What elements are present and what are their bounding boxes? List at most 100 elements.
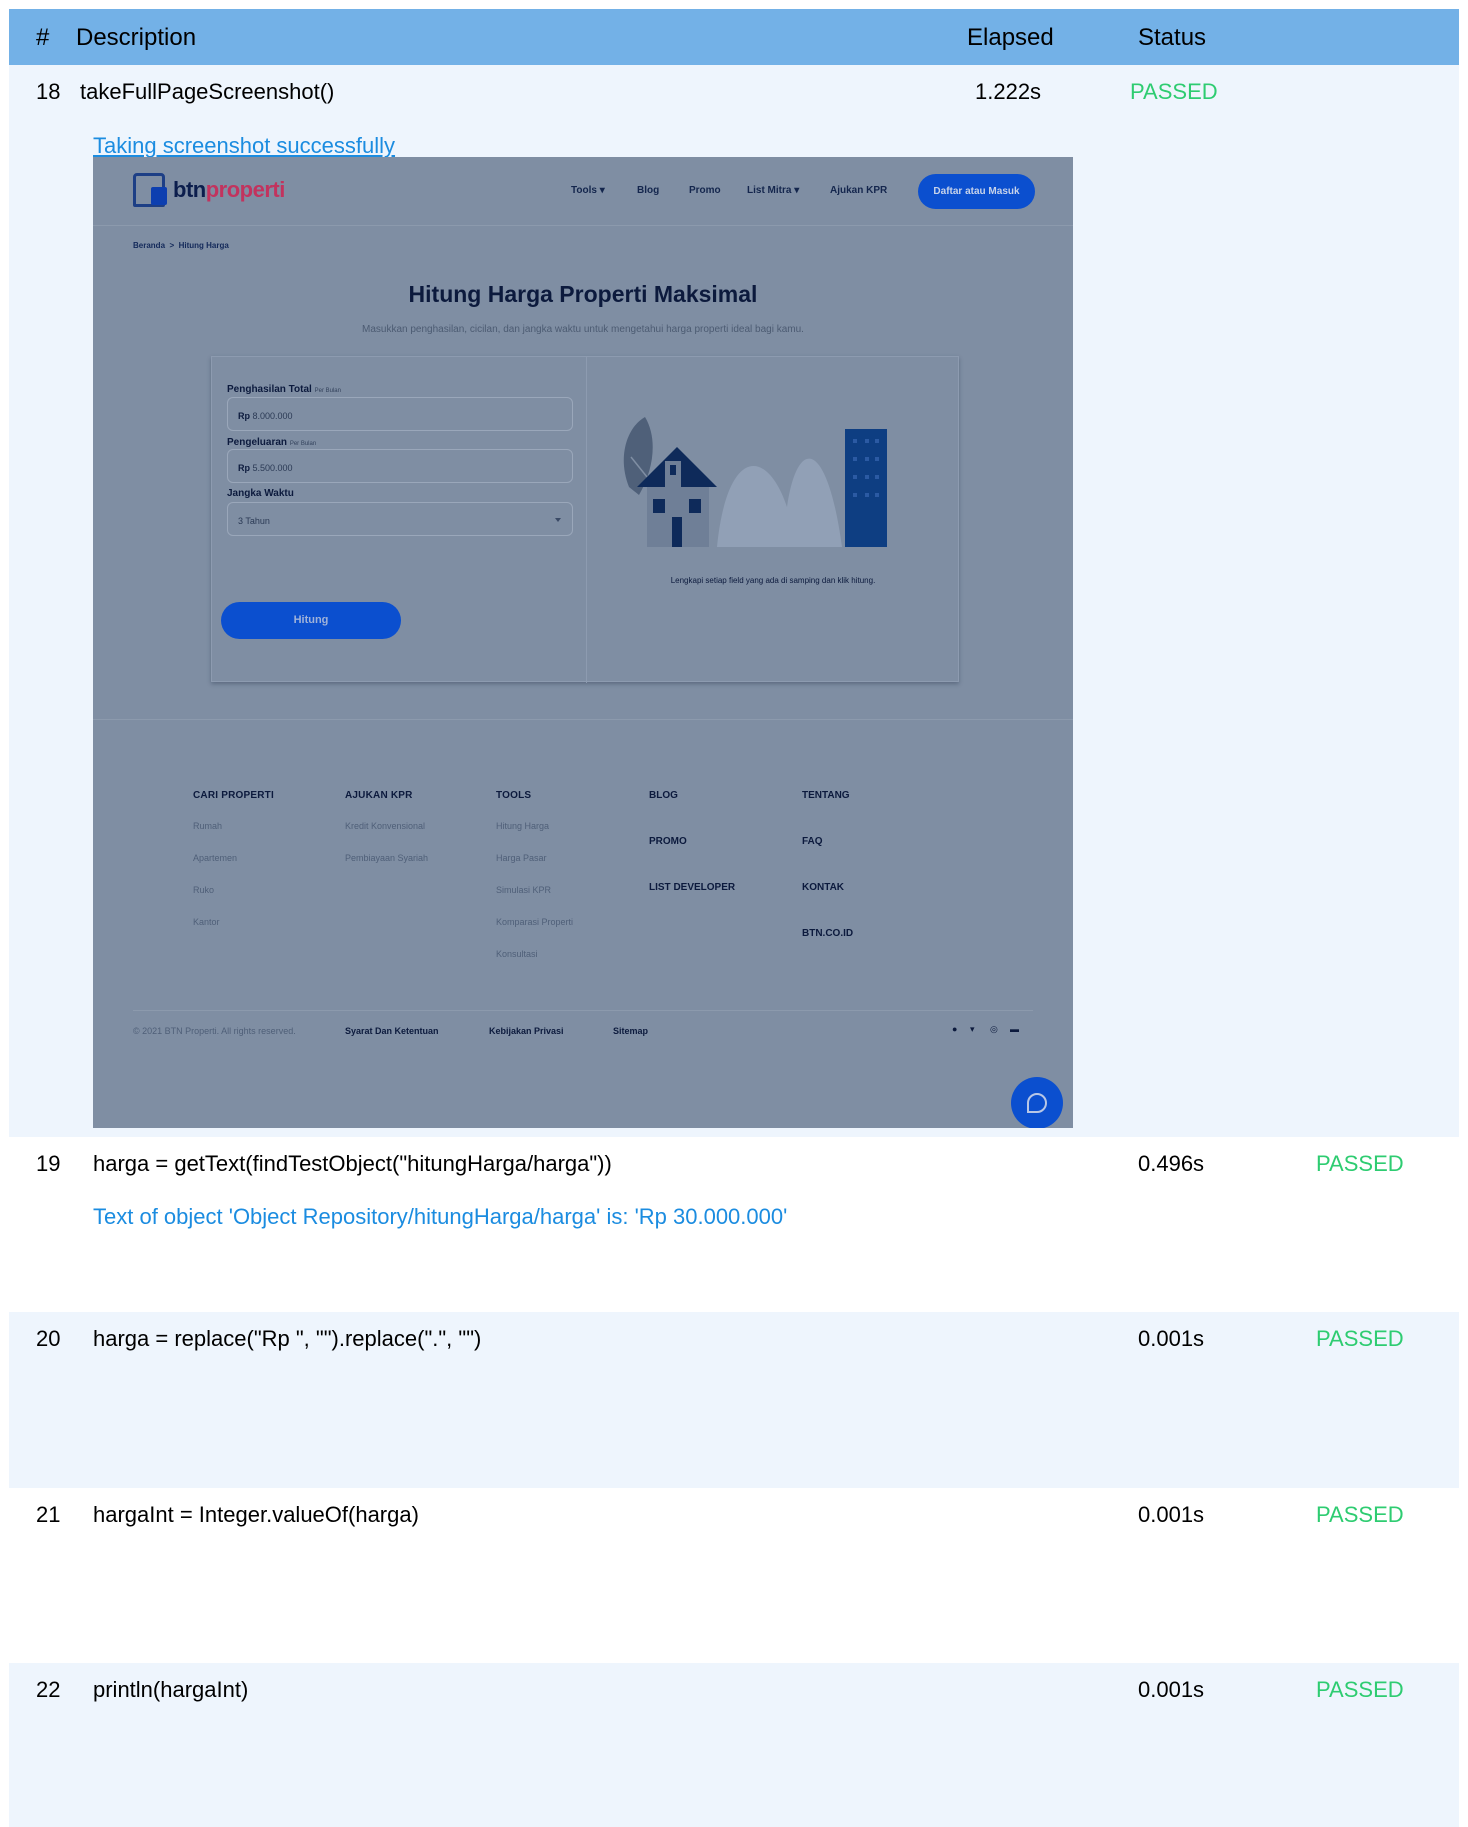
footer-col-tentang: TENTANG FAQ KONTAK BTN.CO.ID — [802, 790, 853, 974]
footer-link-promo[interactable]: PROMO — [649, 836, 735, 882]
income-value: 8.000.000 — [252, 411, 293, 421]
logo-suffix: properti — [205, 177, 286, 202]
nav-ajukan-kpr[interactable]: Ajukan KPR — [830, 185, 887, 196]
footer-link[interactable]: Pembiayaan Syariah — [345, 842, 428, 874]
income-label-text: Penghasilan Total — [227, 384, 312, 395]
row-elapsed: 0.001s — [1138, 1326, 1205, 1351]
breadcrumb-home[interactable]: Beranda — [133, 241, 165, 250]
footer-heading: CARI PROPERTI — [193, 790, 274, 801]
footer-link[interactable]: Komparasi Properti — [496, 906, 573, 938]
footer-link-kontak[interactable]: KONTAK — [802, 882, 853, 928]
chevron-down-icon — [555, 518, 561, 522]
row-number: 20 — [36, 1326, 61, 1351]
copyright: © 2021 BTN Properti. All rights reserved… — [133, 1026, 296, 1036]
row-number: 19 — [36, 1151, 61, 1176]
chat-button[interactable] — [1011, 1077, 1063, 1128]
logo-dots-icon — [151, 187, 167, 205]
expense-label: Pengeluaran Per Bulan — [227, 437, 316, 448]
footer-link[interactable]: Harga Pasar — [496, 842, 573, 874]
row-elapsed: 0.496s — [1138, 1151, 1205, 1176]
footer-link[interactable]: Apartemen — [193, 842, 274, 874]
row-message-link[interactable]: Taking screenshot successfully — [93, 133, 395, 159]
nav-tools[interactable]: Tools ▾ — [571, 185, 605, 196]
income-input[interactable]: Rp 8.000.000 — [227, 397, 573, 431]
nav-blog[interactable]: Blog — [637, 185, 659, 196]
row-description: takeFullPageScreenshot() — [80, 79, 335, 104]
terms-link[interactable]: Syarat Dan Ketentuan — [345, 1026, 439, 1036]
nav-list-mitra[interactable]: List Mitra ▾ — [747, 185, 799, 196]
footer-link[interactable]: Kredit Konvensional — [345, 810, 428, 842]
income-label: Penghasilan Total Per Bulan — [227, 384, 341, 395]
logo-prefix: btn — [173, 177, 206, 202]
illustration-caption: Lengkapi setiap field yang ada di sampin… — [670, 576, 876, 585]
row-status: PASSED — [1316, 1677, 1404, 1702]
footer-col-ajukan-kpr: AJUKAN KPR Kredit Konvensional Pembiayaa… — [345, 790, 428, 874]
hitung-button[interactable]: Hitung — [221, 602, 401, 639]
row-elapsed: 0.001s — [1138, 1502, 1205, 1527]
nav-promo[interactable]: Promo — [689, 185, 721, 196]
breadcrumb: Beranda > Hitung Harga — [133, 241, 229, 250]
table-header: # Description Elapsed Status — [9, 9, 1459, 65]
row-number: 18 — [36, 79, 61, 104]
footer-link-list-developer[interactable]: LIST DEVELOPER — [649, 882, 735, 928]
site-navbar: btnproperti Tools ▾ Blog Promo List Mitr… — [93, 157, 1073, 226]
term-value: 3 Tahun — [238, 516, 270, 526]
footer-col-tools: TOOLS Hitung Harga Harga Pasar Simulasi … — [496, 790, 573, 970]
footer-heading: AJUKAN KPR — [345, 790, 413, 801]
income-unit: Per Bulan — [314, 388, 341, 394]
row-message: Text of object 'Object Repository/hitung… — [93, 1204, 788, 1229]
footer-link[interactable]: Hitung Harga — [496, 810, 573, 842]
breadcrumb-current: Hitung Harga — [178, 241, 229, 250]
youtube-icon[interactable]: ▬ — [1010, 1024, 1020, 1034]
page-title: Hitung Harga Properti Maksimal — [408, 281, 758, 307]
chat-icon — [1027, 1093, 1047, 1113]
row-description: harga = replace("Rp ", "").replace(".", … — [93, 1326, 482, 1351]
footer-link-blog[interactable]: BLOG — [649, 790, 735, 836]
table-row[interactable]: 22 println(hargaInt) 0.001s PASSED — [9, 1663, 1459, 1827]
calculator-card: Penghasilan Total Per Bulan Rp 8.000.000… — [211, 356, 959, 862]
facebook-icon[interactable]: ● — [952, 1024, 962, 1034]
site-logo[interactable]: btnproperti — [173, 177, 285, 203]
site-footer: CARI PROPERTI Rumah Apartemen Ruko Kanto… — [93, 719, 1073, 1128]
expense-input[interactable]: Rp 5.500.000 — [227, 449, 573, 483]
sitemap-link[interactable]: Sitemap — [613, 1026, 648, 1036]
row-elapsed: 1.222s — [975, 79, 1042, 104]
row-number: 21 — [36, 1502, 61, 1527]
table-row[interactable]: 20 harga = replace("Rp ", "").replace(".… — [9, 1312, 1459, 1488]
header-elapsed: Elapsed — [967, 24, 1054, 51]
row-description: hargaInt = Integer.valueOf(harga) — [93, 1502, 419, 1527]
row-status: PASSED — [1316, 1502, 1404, 1527]
term-select[interactable]: 3 Tahun — [227, 502, 573, 536]
table-row[interactable]: 21 hargaInt = Integer.valueOf(harga) 0.0… — [9, 1488, 1459, 1663]
row-elapsed: 0.001s — [1138, 1677, 1205, 1702]
footer-link[interactable]: Rumah — [193, 810, 274, 842]
row-description: harga = getText(findTestObject("hitungHa… — [93, 1151, 612, 1176]
footer-link-faq[interactable]: FAQ — [802, 836, 853, 882]
embedded-screenshot[interactable]: btnproperti Tools ▾ Blog Promo List Mitr… — [93, 157, 1073, 1128]
row-status: PASSED — [1316, 1326, 1404, 1351]
footer-col-blog: BLOG PROMO LIST DEVELOPER — [649, 790, 735, 928]
twitter-icon[interactable]: ▾ — [970, 1024, 980, 1034]
row-status: PASSED — [1316, 1151, 1404, 1176]
footer-link[interactable]: Simulasi KPR — [496, 874, 573, 906]
footer-link-tentang[interactable]: TENTANG — [802, 790, 853, 836]
row-description: println(hargaInt) — [93, 1677, 249, 1702]
card-divider — [586, 357, 587, 683]
row-number: 22 — [36, 1677, 61, 1702]
term-label: Jangka Waktu — [227, 488, 294, 499]
header-description: Description — [76, 24, 197, 51]
footer-col-cari-properti: CARI PROPERTI Rumah Apartemen Ruko Kanto… — [193, 790, 274, 938]
income-currency: Rp — [238, 411, 250, 421]
table-row[interactable]: 19 harga = getText(findTestObject("hitun… — [9, 1137, 1459, 1312]
footer-link-btn-co-id[interactable]: BTN.CO.ID — [802, 928, 853, 974]
footer-link[interactable]: Ruko — [193, 874, 274, 906]
privacy-link[interactable]: Kebijakan Privasi — [489, 1026, 564, 1036]
instagram-icon[interactable]: ◎ — [990, 1024, 1000, 1034]
footer-link[interactable]: Konsultasi — [496, 938, 573, 970]
register-login-button[interactable]: Daftar atau Masuk — [918, 174, 1035, 209]
house-illustration — [623, 417, 887, 547]
footer-link[interactable]: Kantor — [193, 906, 274, 938]
expense-unit: Per Bulan — [289, 441, 317, 447]
expense-currency: Rp — [238, 463, 250, 473]
expense-label-text: Pengeluaran — [227, 437, 288, 448]
